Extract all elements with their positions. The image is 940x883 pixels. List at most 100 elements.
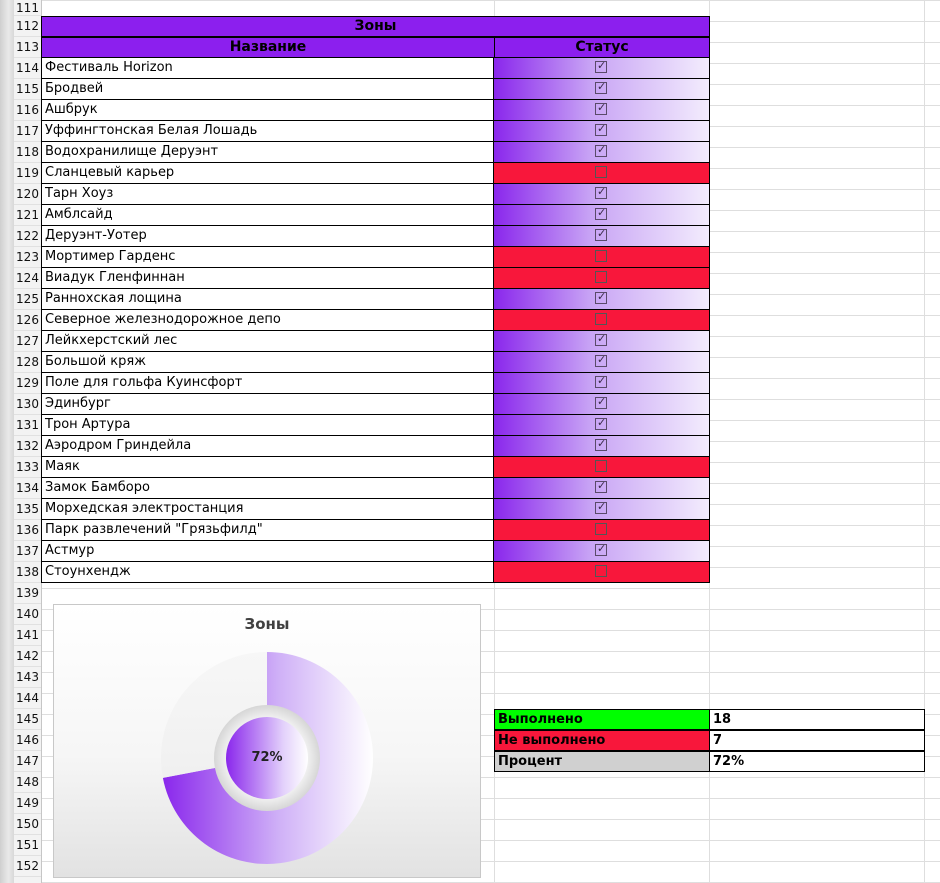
zone-name-cell[interactable]: Морхедская электростанция <box>41 499 494 520</box>
row-number[interactable]: 119 <box>14 163 41 184</box>
row-number[interactable]: 144 <box>14 688 41 709</box>
zone-status-cell[interactable]: ✓ <box>494 499 710 520</box>
row-number[interactable]: 150 <box>14 814 41 835</box>
unchecked-checkbox-icon[interactable] <box>595 565 607 577</box>
row-number[interactable]: 124 <box>14 268 41 289</box>
summary-done-value[interactable]: 18 <box>709 709 925 730</box>
row-number[interactable]: 127 <box>14 331 41 352</box>
zone-name-cell[interactable]: Северное железнодорожное депо <box>41 310 494 331</box>
row-number[interactable]: 113 <box>14 37 41 58</box>
zone-name-cell[interactable]: Водохранилище Деруэнт <box>41 142 494 163</box>
zone-name-cell[interactable]: Трон Артура <box>41 415 494 436</box>
zone-status-cell[interactable]: ✓ <box>494 184 710 205</box>
checked-checkbox-icon[interactable]: ✓ <box>595 122 607 136</box>
summary-todo-label[interactable]: Не выполнено <box>494 730 710 751</box>
zone-status-cell[interactable]: ✓ <box>494 58 710 79</box>
row-number[interactable]: 138 <box>14 562 41 583</box>
zone-status-cell[interactable]: ✓ <box>494 121 710 142</box>
row-number[interactable]: 137 <box>14 541 41 562</box>
zone-status-cell[interactable]: ✓ <box>494 142 710 163</box>
row-number[interactable]: 146 <box>14 730 41 751</box>
row-number[interactable]: 111 <box>14 0 41 16</box>
zone-status-cell[interactable]: ✓ <box>494 226 710 247</box>
zone-name-cell[interactable]: Большой кряж <box>41 352 494 373</box>
zone-status-cell[interactable]: ✓ <box>494 436 710 457</box>
zone-status-cell[interactable]: ✓ <box>494 394 710 415</box>
row-number[interactable]: 118 <box>14 142 41 163</box>
zone-name-cell[interactable]: Ашбрук <box>41 100 494 121</box>
zone-status-cell[interactable] <box>494 163 710 184</box>
checked-checkbox-icon[interactable]: ✓ <box>595 542 607 556</box>
row-number[interactable]: 145 <box>14 709 41 730</box>
checked-checkbox-icon[interactable]: ✓ <box>595 416 607 430</box>
row-number[interactable]: 115 <box>14 79 41 100</box>
zone-status-cell[interactable]: ✓ <box>494 373 710 394</box>
row-number[interactable]: 148 <box>14 772 41 793</box>
summary-todo-value[interactable]: 7 <box>709 730 925 751</box>
row-number[interactable]: 123 <box>14 247 41 268</box>
zone-name-cell[interactable]: Сланцевый карьер <box>41 163 494 184</box>
unchecked-checkbox-icon[interactable] <box>595 271 607 283</box>
zone-name-cell[interactable]: Эдинбург <box>41 394 494 415</box>
checked-checkbox-icon[interactable]: ✓ <box>595 101 607 115</box>
row-number[interactable]: 121 <box>14 205 41 226</box>
zone-status-cell[interactable]: ✓ <box>494 205 710 226</box>
row-number[interactable]: 125 <box>14 289 41 310</box>
checked-checkbox-icon[interactable]: ✓ <box>595 500 607 514</box>
zone-name-cell[interactable]: Стоунхендж <box>41 562 494 583</box>
checked-checkbox-icon[interactable]: ✓ <box>595 395 607 409</box>
zone-name-cell[interactable]: Мортимер Гарденс <box>41 247 494 268</box>
zone-name-cell[interactable]: Аэродром Гриндейла <box>41 436 494 457</box>
zone-status-cell[interactable]: ✓ <box>494 289 710 310</box>
row-number[interactable]: 147 <box>14 751 41 772</box>
row-number[interactable]: 134 <box>14 478 41 499</box>
zones-chart[interactable]: Зоны 72% <box>53 604 481 878</box>
summary-percent-label[interactable]: Процент <box>494 751 710 772</box>
unchecked-checkbox-icon[interactable] <box>595 313 607 325</box>
summary-percent-value[interactable]: 72% <box>709 751 925 772</box>
checked-checkbox-icon[interactable]: ✓ <box>595 332 607 346</box>
zone-status-cell[interactable]: ✓ <box>494 541 710 562</box>
row-number[interactable]: 120 <box>14 184 41 205</box>
unchecked-checkbox-icon[interactable] <box>595 460 607 472</box>
zone-status-cell[interactable]: ✓ <box>494 478 710 499</box>
zone-status-cell[interactable] <box>494 247 710 268</box>
column-header-status[interactable]: Статус <box>494 37 710 58</box>
row-number[interactable]: 129 <box>14 373 41 394</box>
zone-name-cell[interactable]: Поле для гольфа Куинсфорт <box>41 373 494 394</box>
row-number[interactable]: 133 <box>14 457 41 478</box>
zone-status-cell[interactable] <box>494 457 710 478</box>
row-number[interactable]: 143 <box>14 667 41 688</box>
row-number[interactable]: 131 <box>14 415 41 436</box>
row-number[interactable]: 128 <box>14 352 41 373</box>
zone-status-cell[interactable]: ✓ <box>494 331 710 352</box>
checked-checkbox-icon[interactable]: ✓ <box>595 437 607 451</box>
zone-name-cell[interactable]: Виадук Гленфиннан <box>41 268 494 289</box>
row-number[interactable]: 114 <box>14 58 41 79</box>
zone-name-cell[interactable]: Маяк <box>41 457 494 478</box>
summary-done-label[interactable]: Выполнено <box>494 709 710 730</box>
checked-checkbox-icon[interactable]: ✓ <box>595 353 607 367</box>
row-number[interactable]: 152 <box>14 856 41 877</box>
row-number[interactable]: 142 <box>14 646 41 667</box>
column-header-name[interactable]: Название <box>41 37 495 58</box>
checked-checkbox-icon[interactable]: ✓ <box>595 143 607 157</box>
zone-name-cell[interactable]: Деруэнт-Уотер <box>41 226 494 247</box>
row-number[interactable]: 135 <box>14 499 41 520</box>
checked-checkbox-icon[interactable]: ✓ <box>595 80 607 94</box>
unchecked-checkbox-icon[interactable] <box>595 250 607 262</box>
zone-status-cell[interactable] <box>494 562 710 583</box>
zone-status-cell[interactable]: ✓ <box>494 79 710 100</box>
row-number[interactable]: 130 <box>14 394 41 415</box>
zone-name-cell[interactable]: Астмур <box>41 541 494 562</box>
row-number[interactable]: 140 <box>14 604 41 625</box>
row-number[interactable]: 139 <box>14 583 41 604</box>
zone-name-cell[interactable]: Лейкхерстский лес <box>41 331 494 352</box>
zone-name-cell[interactable]: Амблсайд <box>41 205 494 226</box>
checked-checkbox-icon[interactable]: ✓ <box>595 479 607 493</box>
zone-status-cell[interactable] <box>494 310 710 331</box>
zone-name-cell[interactable]: Бродвей <box>41 79 494 100</box>
zone-status-cell[interactable] <box>494 520 710 541</box>
row-number[interactable]: 126 <box>14 310 41 331</box>
row-number[interactable]: 132 <box>14 436 41 457</box>
